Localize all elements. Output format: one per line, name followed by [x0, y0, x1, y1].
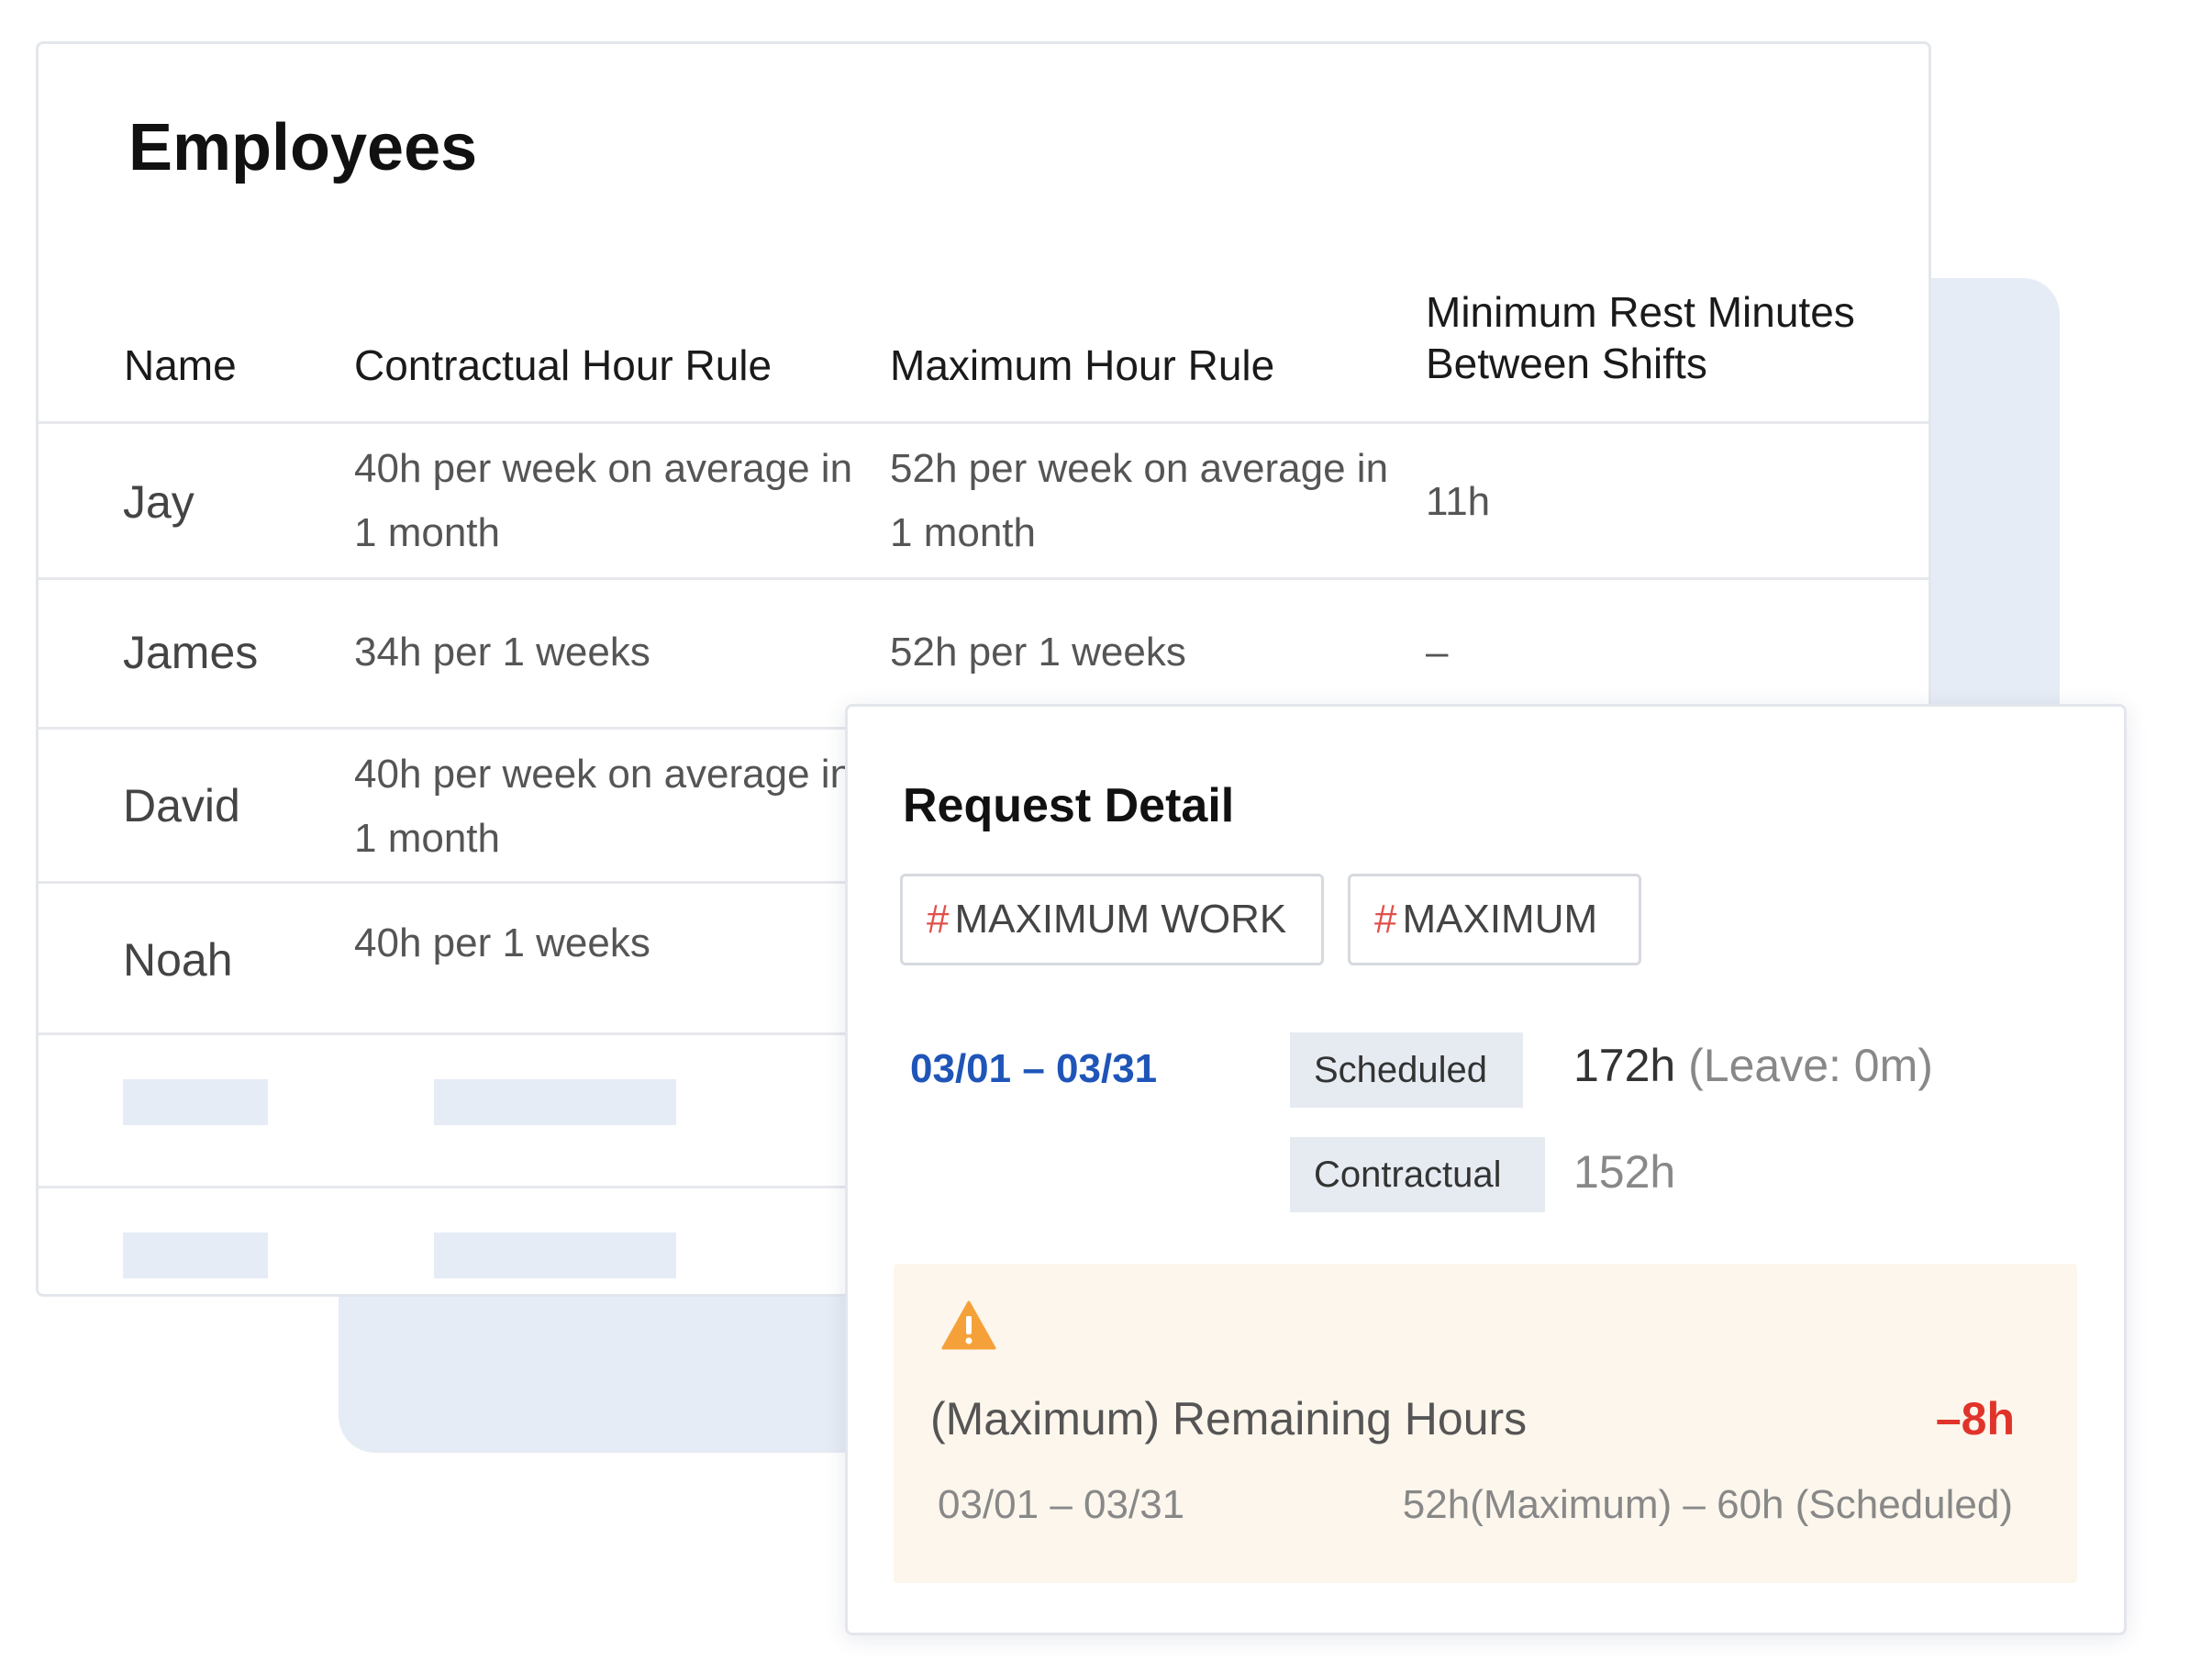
warning-box: (Maximum) Remaining Hours –8h 03/01 – 03…: [894, 1264, 2077, 1583]
contractual-label: Contractual: [1290, 1137, 1545, 1212]
hash-icon: #: [1374, 897, 1397, 942]
scheduled-hours: 172h: [1573, 1040, 1676, 1091]
rest-minutes: –: [1426, 630, 1449, 675]
warning-triangle-icon: [941, 1300, 996, 1350]
employee-name: Noah: [123, 934, 233, 986]
contractual-rule: 40h per week on average in 1 month: [354, 446, 853, 555]
tag-label: MAXIMUM: [1402, 897, 1598, 942]
maximum-rule: 52h per 1 weeks: [890, 630, 1186, 675]
column-header-maximum: Maximum Hour Rule: [890, 341, 1275, 389]
employee-name: James: [123, 627, 259, 678]
skeleton-bar: [434, 1079, 676, 1125]
employee-name: Jay: [123, 476, 195, 528]
remaining-hours-formula: 52h(Maximum) – 60h (Scheduled): [1402, 1482, 2013, 1527]
table-header: Name Contractual Hour Rule Maximum Hour …: [39, 248, 1929, 424]
remaining-hours-value: –8h: [1935, 1393, 2015, 1444]
column-header-contractual: Contractual Hour Rule: [354, 341, 773, 389]
warning-period: 03/01 – 03/31: [938, 1482, 1185, 1527]
table-row[interactable]: Jay 40h per week on average in 1 month 5…: [39, 424, 1929, 580]
scheduled-leave: (Leave: 0m): [1688, 1040, 1933, 1091]
tag-label: MAXIMUM WORK: [954, 897, 1287, 942]
skeleton-bar: [123, 1232, 268, 1278]
hash-icon: #: [927, 897, 950, 942]
request-detail-card: Request Detail # MAXIMUM WORK # MAXIMUM 03…: [845, 704, 2127, 1635]
rest-minutes: 11h: [1426, 479, 1491, 524]
remaining-hours-label: (Maximum) Remaining Hours: [930, 1393, 1528, 1444]
tag-maximum[interactable]: # MAXIMUM: [1348, 874, 1641, 965]
contractual-value: 152h: [1573, 1146, 1676, 1198]
maximum-rule: 52h per week on average in 1 month: [890, 446, 1389, 555]
tag-maximum-work[interactable]: # MAXIMUM WORK: [900, 874, 1324, 965]
scheduled-value: 172h (Leave: 0m): [1573, 1039, 1933, 1092]
contractual-rule: 40h per 1 weeks: [354, 920, 650, 965]
column-header-name: Name: [124, 341, 237, 389]
request-period: 03/01 – 03/31: [910, 1046, 1158, 1091]
contractual-rule: 34h per 1 weeks: [354, 630, 650, 675]
skeleton-bar: [123, 1079, 268, 1125]
employee-name: David: [123, 780, 240, 831]
skeleton-bar: [434, 1232, 676, 1278]
employees-title: Employees: [128, 111, 478, 184]
scheduled-label: Scheduled: [1290, 1032, 1523, 1108]
contractual-rule: 40h per week on average in 1 month: [354, 752, 853, 861]
column-header-rest: Minimum Rest Minutes Between Shifts: [1426, 288, 1855, 387]
request-detail-title: Request Detail: [903, 779, 1235, 832]
